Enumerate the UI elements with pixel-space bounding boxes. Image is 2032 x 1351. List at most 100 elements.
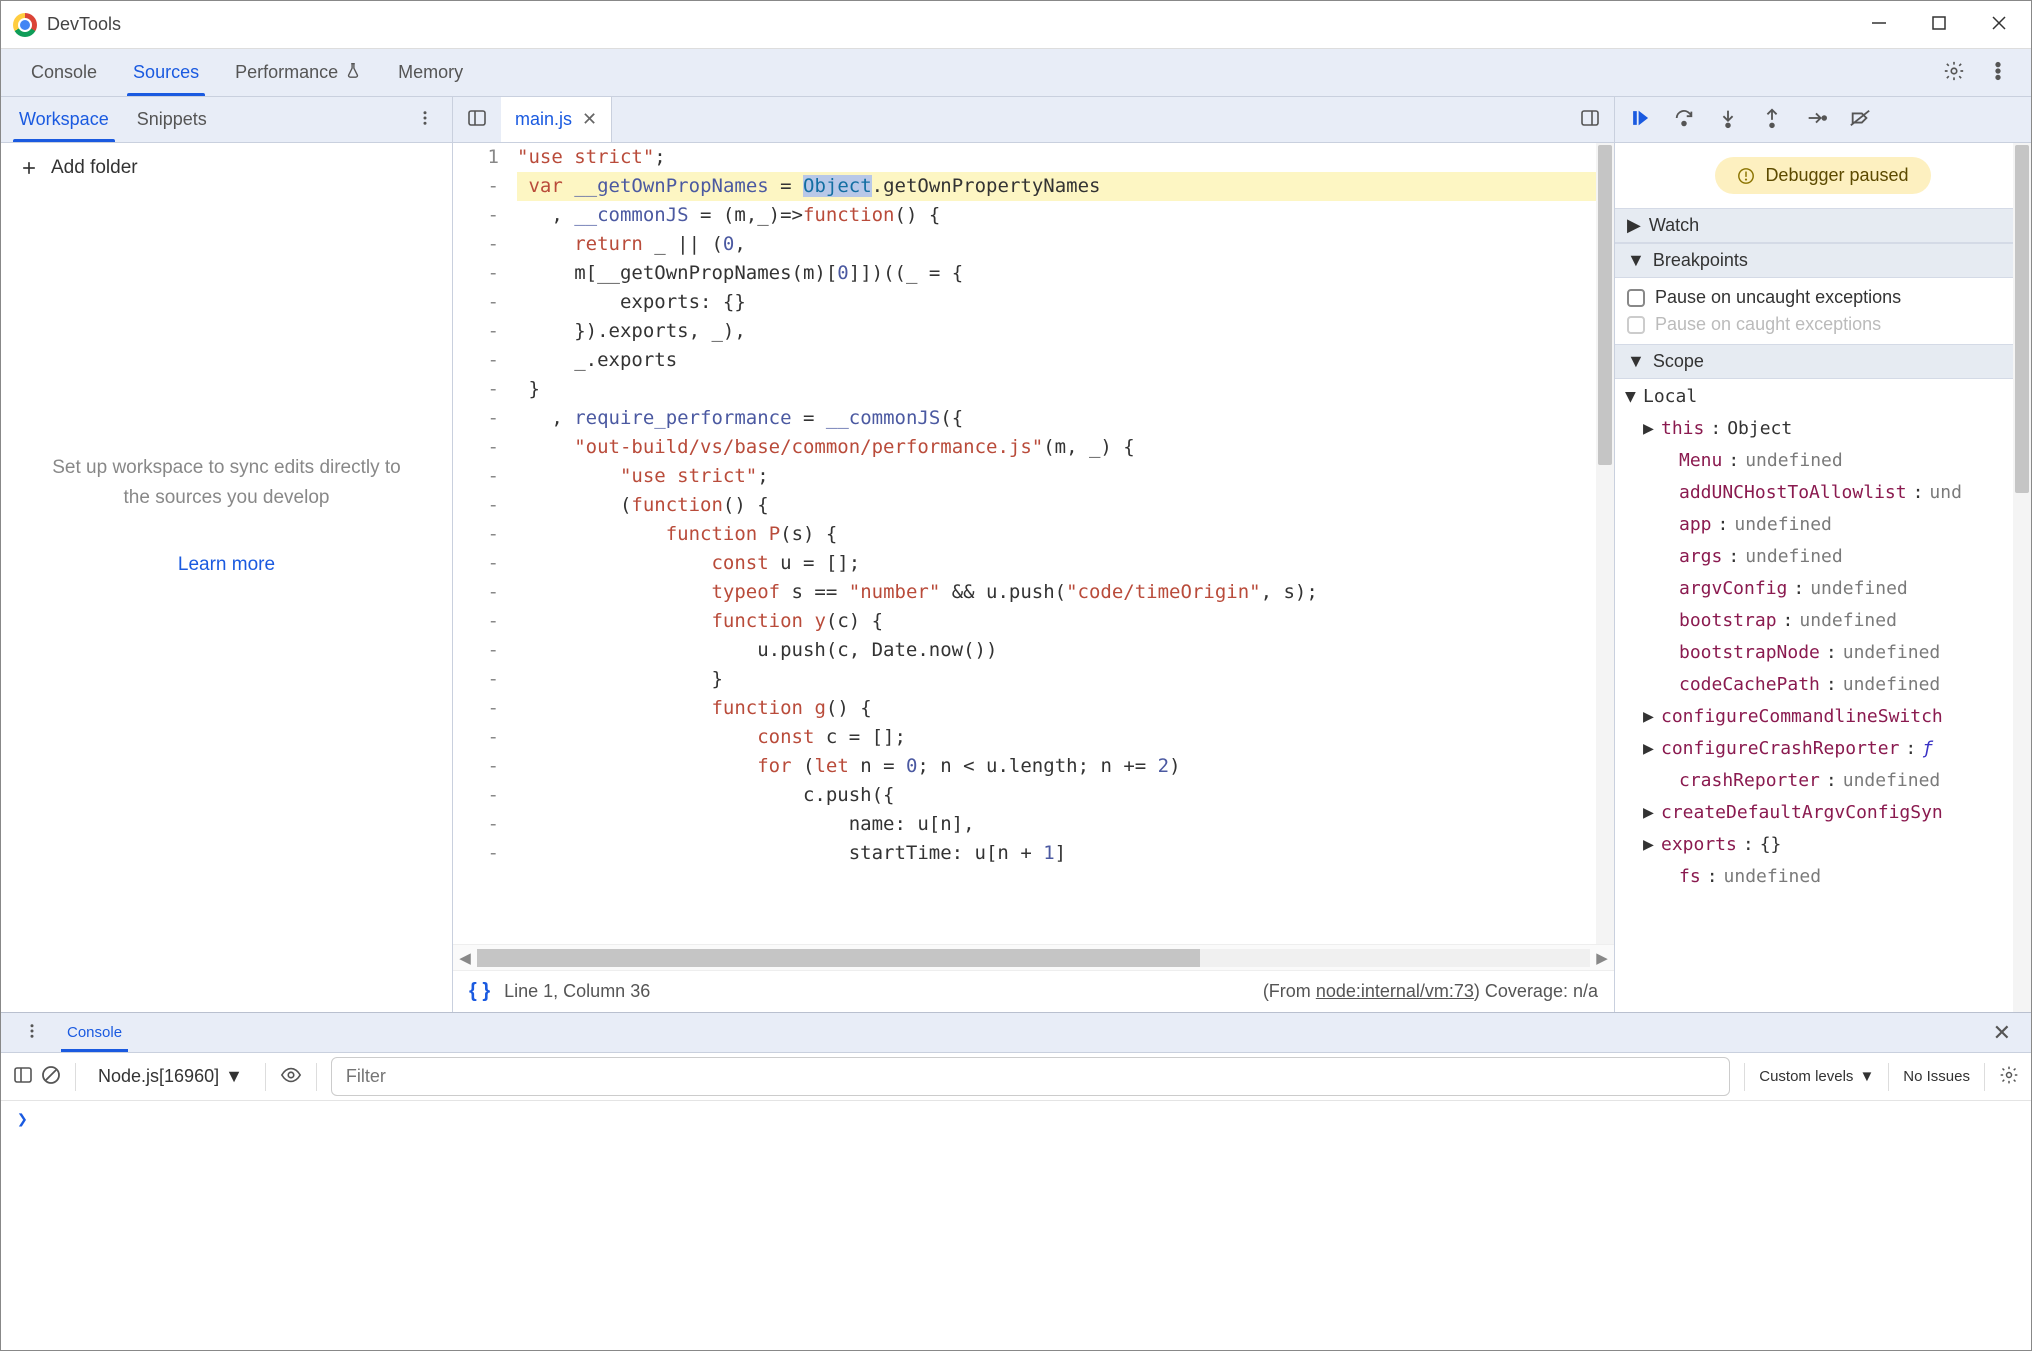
clear-console-icon[interactable]: [41, 1065, 61, 1089]
learn-more-link[interactable]: Learn more: [51, 550, 402, 580]
deactivate-breakpoints-icon[interactable]: [1849, 107, 1871, 133]
toggle-sidebar-icon[interactable]: [13, 1065, 33, 1089]
file-tabs-bar: main.js ✕: [453, 97, 1614, 143]
maximize-button[interactable]: [1929, 13, 1949, 37]
debug-toolbar: [1615, 97, 2031, 143]
cursor-position: Line 1, Column 36: [504, 981, 650, 1002]
chevron-down-icon: ▼: [225, 1066, 243, 1087]
step-into-icon[interactable]: [1717, 107, 1739, 133]
scope-var[interactable]: ▶createDefaultArgvConfigSyn: [1625, 797, 2025, 829]
console-settings-icon[interactable]: [1999, 1065, 2019, 1089]
window-controls: [1869, 13, 2019, 37]
scope-var[interactable]: args: undefined: [1625, 541, 2025, 573]
code-area[interactable]: "use strict"; var __getOwnPropNames = Ob…: [513, 143, 1614, 868]
debugger-paused-badge: Debugger paused: [1715, 157, 1930, 194]
live-expression-icon[interactable]: [280, 1064, 302, 1090]
tab-console[interactable]: Console: [13, 49, 115, 96]
breakpoints-section-body: Pause on uncaught exceptions Pause on ca…: [1615, 278, 2031, 344]
checkbox-icon[interactable]: [1627, 289, 1645, 307]
tab-sources[interactable]: Sources: [115, 49, 217, 96]
watch-section-header[interactable]: ▶ Watch: [1615, 208, 2031, 243]
top-tabs-bar: Console Sources Performance Memory: [1, 49, 2031, 97]
close-button[interactable]: [1989, 13, 2009, 37]
drawer-kebab-icon[interactable]: [11, 1022, 53, 1044]
console-filter-input[interactable]: [331, 1057, 1730, 1096]
scope-var[interactable]: bootstrapNode: undefined: [1625, 637, 2025, 669]
scope-var[interactable]: bootstrap: undefined: [1625, 605, 2025, 637]
tab-memory[interactable]: Memory: [380, 49, 481, 96]
step-out-icon[interactable]: [1761, 107, 1783, 133]
scope-tree[interactable]: ▼Local ▶this: ObjectMenu: undefinedaddUN…: [1615, 379, 2031, 895]
tab-performance[interactable]: Performance: [217, 49, 380, 96]
left-tab-workspace[interactable]: Workspace: [5, 97, 123, 142]
step-icon[interactable]: [1805, 107, 1827, 133]
left-tabs: Workspace Snippets: [1, 97, 452, 143]
scope-var[interactable]: ▶exports: {}: [1625, 829, 2025, 861]
main-area: Workspace Snippets Add folder Set up wor…: [1, 97, 2031, 1012]
devtools-window: DevTools Console Sources Performance Mem…: [0, 0, 2032, 1351]
checkbox-icon: [1627, 316, 1645, 334]
scope-var[interactable]: argvConfig: undefined: [1625, 573, 2025, 605]
add-folder-button[interactable]: Add folder: [1, 143, 452, 193]
code-editor[interactable]: 1------------------------ "use strict"; …: [453, 143, 1614, 944]
chrome-icon: [13, 13, 37, 37]
log-levels-dropdown[interactable]: Custom levels ▼: [1759, 1068, 1874, 1085]
left-tab-snippets[interactable]: Snippets: [123, 97, 221, 142]
flask-icon: [344, 61, 362, 84]
file-tab-label: main.js: [515, 109, 572, 130]
drawer-close-icon[interactable]: ✕: [1983, 1020, 2021, 1046]
chevron-down-icon: ▼: [1627, 351, 1645, 372]
pretty-print-icon[interactable]: { }: [469, 980, 490, 1003]
editor-vertical-scrollbar[interactable]: [1596, 143, 1614, 944]
scope-section-header[interactable]: ▼ Scope: [1615, 344, 2031, 379]
file-tab-mainjs[interactable]: main.js ✕: [501, 97, 612, 142]
drawer-tab-console[interactable]: Console: [53, 1013, 136, 1052]
window-title: DevTools: [47, 14, 121, 35]
left-pane: Workspace Snippets Add folder Set up wor…: [1, 97, 453, 1012]
chevron-right-icon: ▶: [1627, 215, 1641, 236]
chevron-down-icon: ▼: [1627, 250, 1645, 271]
status-right: (From node:internal/vm:73) Coverage: n/a: [1263, 981, 1598, 1002]
tab-performance-label: Performance: [235, 62, 338, 83]
scope-var[interactable]: ▶configureCommandlineSwitch: [1625, 701, 2025, 733]
toggle-right-panel-icon[interactable]: [1566, 108, 1614, 132]
drawer-toolbar: Node.js[16960] ▼ Custom levels ▼ No Issu…: [1, 1053, 2031, 1101]
step-over-icon[interactable]: [1673, 107, 1695, 133]
scope-var[interactable]: ▶configureCrashReporter: ƒ: [1625, 733, 2025, 765]
right-pane: Debugger paused ▶ Watch ▼ Breakpoints Pa…: [1615, 97, 2031, 1012]
scope-local-header[interactable]: ▼Local: [1625, 381, 2025, 413]
execution-context-dropdown[interactable]: Node.js[16960] ▼: [90, 1062, 251, 1091]
left-kebab-icon[interactable]: [402, 109, 448, 131]
center-pane: main.js ✕ 1------------------------ "use…: [453, 97, 1615, 1012]
from-source-link[interactable]: node:internal/vm:73: [1316, 981, 1474, 1001]
console-body[interactable]: ❯: [1, 1101, 2031, 1350]
chevron-down-icon: ▼: [1859, 1068, 1874, 1085]
settings-icon[interactable]: [1943, 60, 1965, 86]
scope-var[interactable]: app: undefined: [1625, 509, 2025, 541]
workspace-message: Set up workspace to sync edits directly …: [1, 453, 452, 580]
minimize-button[interactable]: [1869, 13, 1889, 37]
scope-var[interactable]: fs: undefined: [1625, 861, 2025, 893]
scope-var[interactable]: Menu: undefined: [1625, 445, 2025, 477]
console-drawer: Console ✕ Node.js[16960] ▼ Custom levels…: [1, 1012, 2031, 1350]
workspace-message-text: Set up workspace to sync edits directly …: [51, 453, 402, 514]
issues-label[interactable]: No Issues: [1903, 1068, 1970, 1085]
scope-var[interactable]: codeCachePath: undefined: [1625, 669, 2025, 701]
scope-var[interactable]: crashReporter: undefined: [1625, 765, 2025, 797]
gutter: 1------------------------: [453, 143, 513, 868]
close-file-icon[interactable]: ✕: [582, 109, 597, 130]
right-vertical-scrollbar[interactable]: [2013, 143, 2031, 1012]
pause-uncaught-checkbox-row[interactable]: Pause on uncaught exceptions: [1627, 284, 2019, 311]
toggle-left-panel-icon[interactable]: [453, 108, 501, 132]
scope-var[interactable]: ▶this: Object: [1625, 413, 2025, 445]
kebab-menu-icon[interactable]: [1987, 60, 2009, 86]
pause-caught-checkbox-row: Pause on caught exceptions: [1627, 311, 2019, 338]
console-prompt: ❯: [17, 1109, 28, 1130]
titlebar: DevTools: [1, 1, 2031, 49]
drawer-tabs: Console ✕: [1, 1013, 2031, 1053]
scope-var[interactable]: addUNCHostToAllowlist: und: [1625, 477, 2025, 509]
editor-status-bar: { } Line 1, Column 36 (From node:interna…: [453, 970, 1614, 1012]
resume-icon[interactable]: [1629, 107, 1651, 133]
breakpoints-section-header[interactable]: ▼ Breakpoints: [1615, 243, 2031, 278]
editor-horizontal-scrollbar[interactable]: ◀ ▶: [453, 944, 1614, 970]
